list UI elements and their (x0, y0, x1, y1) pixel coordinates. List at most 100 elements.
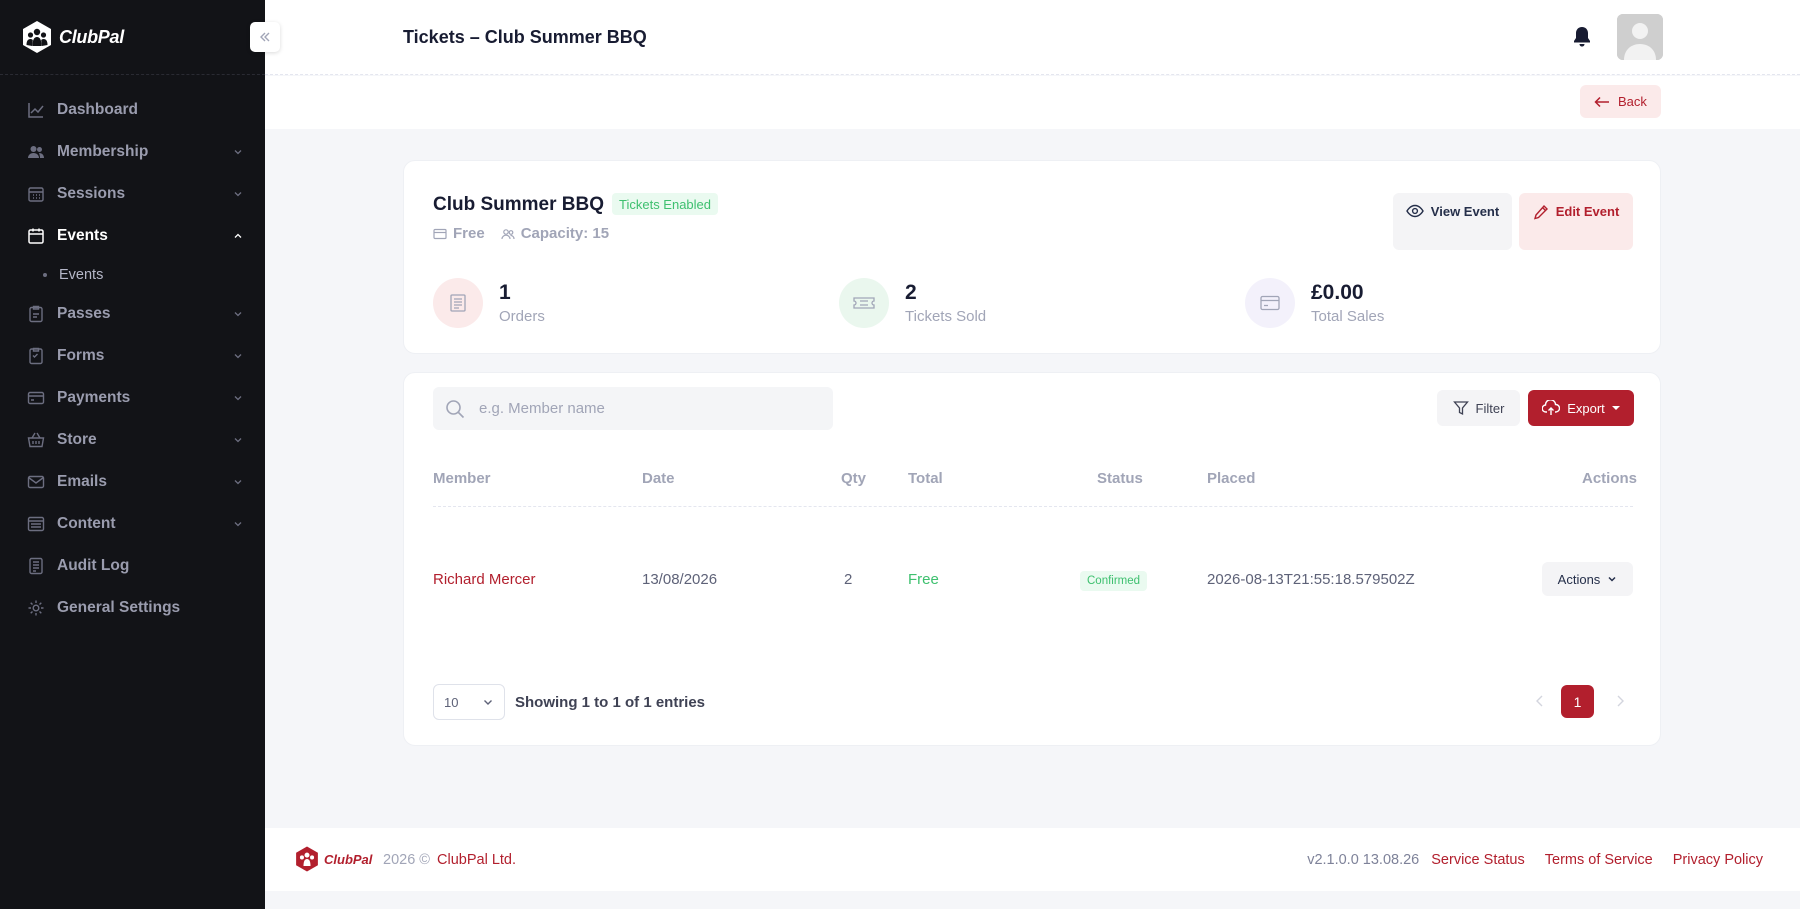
sidebar-item-label: Membership (57, 143, 149, 160)
row-placed: 2026-08-13T21:55:18.579502Z (1207, 571, 1415, 588)
chevron-down-icon (234, 150, 242, 155)
header-divider (433, 506, 1633, 507)
stat-orders: 1 Orders (433, 278, 545, 328)
export-button[interactable]: Export (1528, 390, 1634, 426)
view-event-label: View Event (1430, 204, 1500, 219)
sidebar-subitem-label: Events (59, 267, 104, 283)
col-header-date[interactable]: Date (642, 470, 675, 487)
col-header-total[interactable]: Total (908, 470, 943, 487)
sidebar-item-emails[interactable]: Emails (0, 461, 265, 503)
eye-icon (1405, 204, 1424, 218)
col-header-status[interactable]: Status (1097, 470, 1143, 487)
search-icon (446, 399, 465, 418)
clubpal-logo-icon (296, 846, 318, 872)
event-price: Free (433, 225, 485, 242)
chevron-down-icon (484, 700, 492, 705)
page-size-select[interactable]: 10 (433, 684, 505, 720)
sidebar-item-audit-log[interactable]: Audit Log (0, 545, 265, 587)
search-box (433, 387, 833, 430)
stat-sales-caption: Total Sales (1311, 308, 1385, 325)
sidebar-item-general-settings[interactable]: General Settings (0, 587, 265, 629)
sidebar-item-label: Events (57, 227, 108, 244)
view-event-button[interactable]: View Event (1393, 193, 1512, 250)
edit-event-button[interactable]: Edit Event (1519, 193, 1633, 250)
back-button-label: Back (1618, 94, 1647, 109)
sidebar-subitem-events[interactable]: Events (0, 257, 265, 293)
card-icon (433, 228, 447, 239)
stat-total-sales: £0.00 Total Sales (1245, 278, 1384, 328)
filter-icon (1452, 401, 1469, 416)
chevron-down-icon (234, 312, 242, 317)
row-actions-button[interactable]: Actions (1542, 562, 1633, 596)
row-date: 13/08/2026 (642, 571, 718, 588)
footer-link-service-status[interactable]: Service Status (1431, 852, 1525, 868)
sidebar-item-events[interactable]: Events (0, 215, 265, 257)
row-member-link[interactable]: Richard Mercer (433, 571, 536, 588)
sidebar-item-payments[interactable]: Payments (0, 377, 265, 419)
page-title: Tickets – Club Summer BBQ (403, 27, 647, 47)
sidebar-item-content[interactable]: Content (0, 503, 265, 545)
top-header: Tickets – Club Summer BBQ (265, 0, 1800, 75)
footer: ClubPal 2026 © ClubPal Ltd. v2.1.0.0 13.… (265, 828, 1800, 891)
sidebar-item-label: Passes (57, 305, 111, 322)
ticket-icon (853, 297, 875, 309)
col-header-actions: Actions (1582, 470, 1638, 487)
col-header-member[interactable]: Member (433, 470, 491, 487)
search-input[interactable] (479, 400, 799, 417)
stat-tickets-caption: Tickets Sold (905, 308, 987, 325)
sidebar-item-label: Sessions (57, 185, 126, 202)
sidebar-collapse-button[interactable] (250, 22, 280, 52)
user-avatar[interactable] (1617, 14, 1663, 60)
event-price-text: Free (453, 225, 485, 242)
sidebar-item-sessions[interactable]: Sessions (0, 173, 265, 215)
gear-icon (26, 598, 46, 618)
clipboard-icon (26, 304, 46, 324)
sidebar: ClubPal Dashboard Membership Sessions Ev… (0, 0, 265, 909)
col-header-qty[interactable]: Qty (841, 470, 866, 487)
footer-version: v2.1.0.0 13.08.26 (1307, 852, 1420, 868)
stat-tickets-circle (839, 278, 889, 328)
entries-info: Showing 1 to 1 of 1 entries (515, 694, 706, 711)
sidebar-item-dashboard[interactable]: Dashboard (0, 89, 265, 131)
sidebar-item-label: Dashboard (57, 101, 138, 118)
sidebar-item-label: Emails (57, 473, 107, 490)
filter-button[interactable]: Filter (1437, 390, 1520, 426)
footer-company-link[interactable]: ClubPal Ltd. (437, 852, 516, 868)
tickets-enabled-badge: Tickets Enabled (612, 193, 719, 215)
footer-link-privacy[interactable]: Privacy Policy (1673, 852, 1763, 868)
sidebar-item-forms[interactable]: Forms (0, 335, 265, 377)
footer-brand-name: ClubPal (324, 851, 373, 867)
stat-sales-value: £0.00 (1311, 281, 1364, 304)
export-label: Export (1567, 400, 1605, 416)
page-toolbar: Back (265, 76, 1800, 129)
receipt-icon (450, 294, 466, 312)
chevron-down-icon (234, 522, 242, 527)
back-button[interactable]: Back (1580, 85, 1661, 118)
log-icon (26, 556, 46, 576)
stat-tickets-sold: 2 Tickets Sold (839, 278, 986, 328)
event-meta: Free Capacity: 15 (433, 225, 625, 242)
pagination-next-icon[interactable] (1614, 694, 1626, 708)
sidebar-item-membership[interactable]: Membership (0, 131, 265, 173)
stat-orders-caption: Orders (499, 308, 545, 325)
footer-link-terms[interactable]: Terms of Service (1545, 852, 1653, 868)
sidebar-item-label: Payments (57, 389, 131, 406)
sidebar-item-store[interactable]: Store (0, 419, 265, 461)
pagination-prev-icon[interactable] (1534, 694, 1546, 708)
event-title: Club Summer BBQ (433, 194, 605, 215)
notification-bell-icon[interactable] (1572, 26, 1592, 48)
chevron-down-icon (234, 480, 242, 485)
sidebar-item-label: Forms (57, 347, 105, 364)
clubpal-logo-icon (23, 21, 51, 53)
pencil-icon (1533, 204, 1548, 220)
brand[interactable]: ClubPal (0, 0, 265, 75)
row-total: Free (908, 571, 939, 588)
footer-logo[interactable]: ClubPal (293, 844, 372, 874)
form-icon (26, 346, 46, 366)
sidebar-item-label: Content (57, 515, 116, 532)
cloud-upload-icon (1542, 400, 1561, 415)
sidebar-item-passes[interactable]: Passes (0, 293, 265, 335)
chevron-down-icon (1608, 576, 1616, 582)
pagination-page-1[interactable]: 1 (1561, 685, 1594, 718)
col-header-placed[interactable]: Placed (1207, 470, 1255, 487)
